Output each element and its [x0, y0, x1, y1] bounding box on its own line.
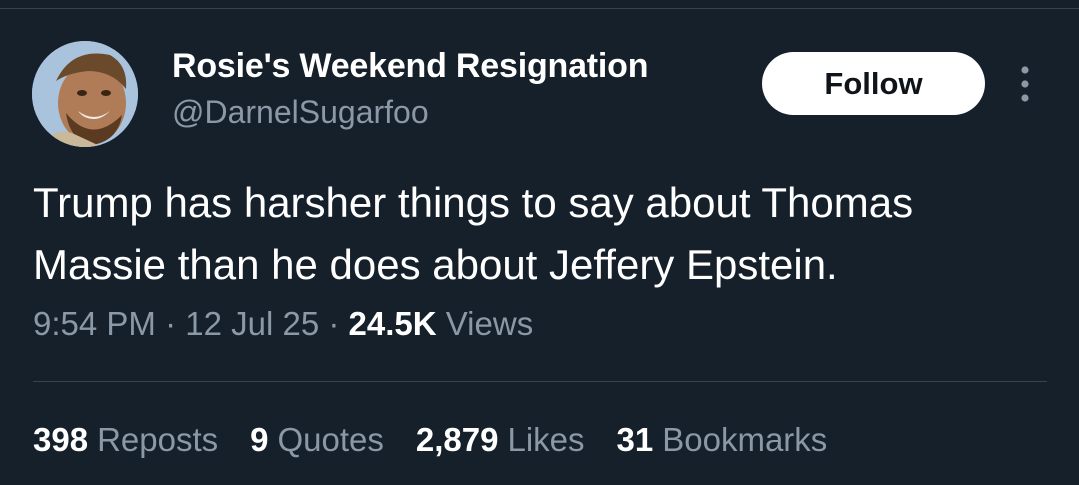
more-options-icon[interactable] — [1008, 62, 1042, 106]
reposts-stat[interactable]: 398 Reposts — [33, 421, 218, 459]
bookmarks-stat[interactable]: 31 Bookmarks — [617, 421, 828, 459]
engagement-stats: 398 Reposts 9 Quotes 2,879 Likes 31 Bookmark… — [33, 421, 859, 459]
follow-button[interactable]: Follow — [762, 52, 985, 115]
stats-divider — [33, 381, 1047, 382]
tweet-text: Trump has harsher things to say about Th… — [33, 179, 914, 288]
author-display-name[interactable]: Rosie's Weekend Resignation — [172, 47, 648, 86]
meta-separator: · — [165, 305, 177, 342]
reposts-label: Reposts — [97, 421, 219, 458]
views-count: 24.5K — [348, 305, 437, 342]
likes-label: Likes — [507, 421, 585, 458]
avatar-image — [32, 41, 138, 147]
likes-stat[interactable]: 2,879 Likes — [416, 421, 585, 459]
bookmarks-label: Bookmarks — [662, 421, 828, 458]
tweet-time[interactable]: 9:54 PM — [33, 305, 156, 342]
tweet-date[interactable]: 12 Jul 25 — [185, 305, 319, 342]
author-handle[interactable]: @DarnelSugarfoo — [172, 94, 429, 131]
quotes-count: 9 — [250, 421, 269, 458]
avatar[interactable] — [32, 41, 138, 147]
bookmarks-count: 31 — [616, 421, 654, 458]
tweet-meta: 9:54 PM · 12 Jul 25 · 24.5K Views — [33, 305, 533, 343]
quotes-label: Quotes — [277, 421, 384, 458]
top-divider — [0, 8, 1079, 9]
reposts-count: 398 — [33, 421, 89, 458]
meta-separator: · — [328, 305, 340, 342]
views-label: Views — [445, 305, 534, 342]
likes-count: 2,879 — [415, 421, 499, 458]
quotes-stat[interactable]: 9 Quotes — [250, 421, 384, 459]
